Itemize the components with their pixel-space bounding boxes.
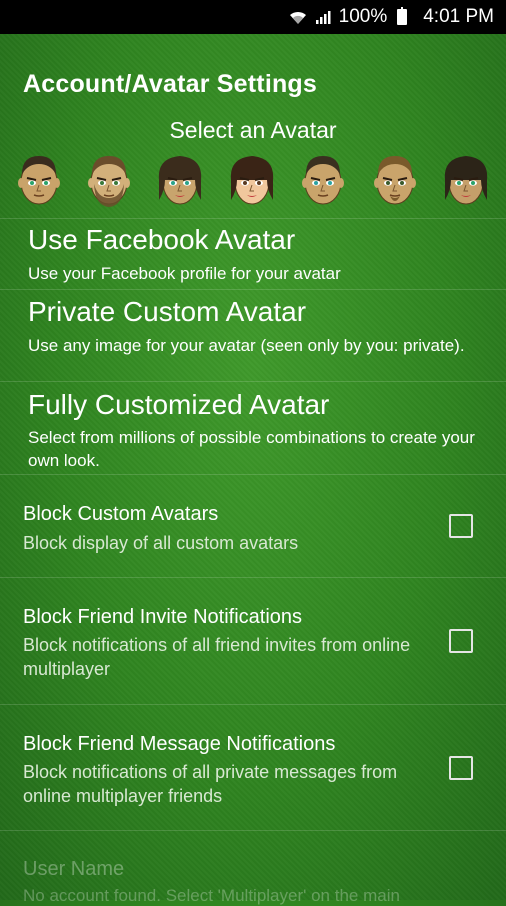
divider [0,704,506,705]
avatar-2[interactable] [80,150,138,210]
pref-title: Block Custom Avatars [23,503,219,525]
avatar-face-icon [88,156,130,207]
avatar-5[interactable] [294,150,352,210]
avatar-row [10,150,500,212]
block-friend-invite-checkbox[interactable] [449,629,473,653]
block-custom-avatars-checkbox[interactable] [449,514,473,538]
avatar-face-icon [18,156,60,205]
divider [0,474,506,475]
wifi-icon [289,11,306,24]
avatar-face-icon [302,156,344,205]
divider [0,381,506,382]
avatar-6[interactable] [366,150,424,210]
pref-desc: Block notifications of all private messa… [23,762,398,806]
option-desc: Use your Facebook profile for your avata… [28,264,341,283]
battery-percent: 100% [338,6,388,27]
option-title: Use Facebook Avatar [28,224,296,255]
option-desc: Use any image for your avatar (seen only… [28,336,465,355]
avatar-7[interactable] [437,150,495,210]
pref-desc: Block display of all custom avatars [23,533,299,553]
avatar-3[interactable] [151,150,209,210]
option-desc: Select from millions of possible combina… [28,428,475,470]
pref-desc: Block notifications of all friend invite… [23,635,411,679]
divider [0,218,506,219]
page-title: Account/Avatar Settings [23,70,318,98]
divider [0,289,506,290]
avatar-4[interactable] [223,150,281,210]
option-title: Fully Customized Avatar [28,389,330,420]
status-bar-right: 100% 4:01 PM [289,6,494,28]
user-name-desc: No account found. Select 'Multiplayer' o… [23,886,400,905]
block-friend-message-checkbox[interactable] [449,756,473,780]
avatar-face-icon [444,156,488,205]
avatar-face-icon [374,156,416,205]
clock: 4:01 PM [423,6,494,27]
pref-title: Block Friend Message Notifications [23,733,336,755]
avatar-1[interactable] [10,150,68,210]
select-avatar-label: Select an Avatar [169,117,337,143]
avatar-face-icon [230,156,274,205]
pref-title: Block Friend Invite Notifications [23,606,303,628]
battery-icon [397,7,408,25]
user-name-title: User Name [23,858,125,880]
status-bar: 100% 4:01 PM [0,0,506,34]
avatar-face-icon [158,156,202,205]
divider [0,577,506,578]
option-title: Private Custom Avatar [28,296,307,327]
signal-icon [315,11,331,24]
divider [0,830,506,831]
